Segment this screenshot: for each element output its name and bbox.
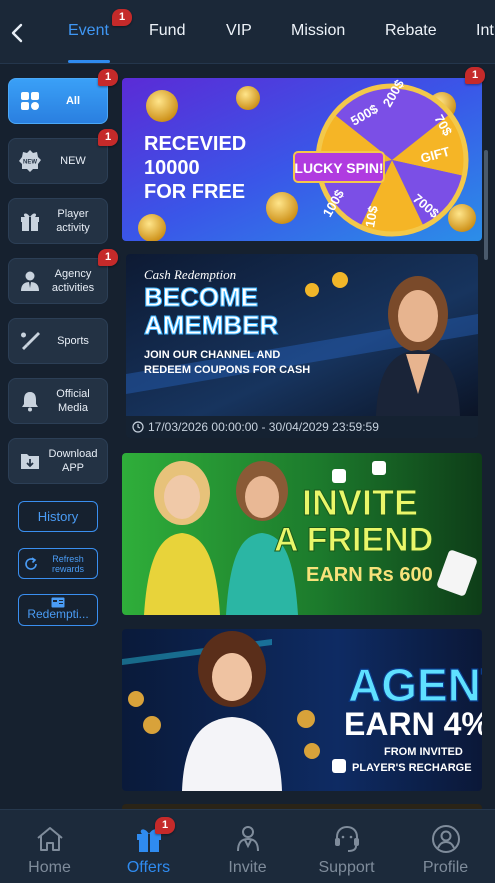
nav-profile[interactable]: Profile	[396, 810, 495, 883]
nav-support-label: Support	[318, 859, 375, 876]
promotions-list: 500$ 200$ 70$ GIFT 700$ 10$ 100$ LUCKY S…	[116, 64, 488, 809]
sidebar-item-label: Player activity	[56, 208, 90, 234]
tab-rebate[interactable]: Rebate	[385, 22, 437, 40]
headset-icon	[334, 825, 359, 852]
nav-invite[interactable]: Invite	[198, 810, 297, 883]
bottom-navigation: Home Offers 1 Invite Support Profile	[0, 809, 495, 883]
agent-sub-2: PLAYER'S RECHARGE	[352, 762, 472, 774]
invite-headline-1: INVITE	[302, 482, 418, 523]
invite-earn: EARN Rs 600	[306, 564, 433, 586]
sidebar-agency-badge: 1	[98, 249, 118, 266]
event-date-text: 17/03/2026 00:00:00 - 30/04/2029 23:59:5…	[148, 420, 379, 434]
sidebar-item-label: NEW	[60, 155, 86, 167]
sports-bat-icon	[17, 328, 43, 354]
agent-sub-1: FROM INVITED	[384, 746, 463, 758]
nav-home-label: Home	[28, 859, 71, 876]
banner-badge: 1	[465, 67, 485, 84]
member-headline-2: AMEMBER	[144, 310, 279, 340]
category-sidebar: All 1 NEW NEW 1 Player activity Agency a…	[0, 64, 118, 809]
member-sub-1: JOIN OUR CHANNEL AND	[144, 349, 280, 361]
sidebar-item-agency-activities[interactable]: Agency activities	[8, 258, 108, 304]
sidebar-new-badge: 1	[98, 129, 118, 146]
bell-icon	[17, 388, 43, 414]
sidebar-item-player-activity[interactable]: Player activity	[8, 198, 108, 244]
member-script-title: Cash Redemption	[144, 267, 236, 282]
sidebar-item-label: Download APP	[48, 448, 98, 474]
spin-headline-2: 10000	[144, 157, 200, 179]
agent-person-icon	[17, 268, 43, 294]
redemption-button[interactable]: Redempti...	[18, 594, 98, 626]
spin-headline-3: FOR FREE	[144, 181, 245, 203]
refresh-rewards-label: Refresh rewards	[51, 553, 84, 574]
clock-icon	[132, 421, 144, 433]
event-date-range: 17/03/2026 00:00:00 - 30/04/2029 23:59:5…	[126, 416, 478, 438]
become-member-banner[interactable]: Cash Redemption BECOME AMEMBER JOIN OUR …	[126, 254, 478, 438]
nav-support[interactable]: Support	[297, 810, 396, 883]
invite-icon	[236, 826, 259, 852]
sidebar-item-label: All	[65, 95, 81, 107]
sidebar-item-label: Agency activities	[51, 268, 95, 294]
invite-headline-2: A FRIEND	[274, 521, 433, 559]
refresh-icon	[25, 556, 37, 570]
sidebar-item-official-media[interactable]: Official Media	[8, 378, 108, 424]
tab-vip[interactable]: VIP	[226, 22, 252, 40]
sidebar-all-badge: 1	[98, 69, 118, 86]
member-headline-1: BECOME	[144, 282, 258, 312]
svg-text:NEW: NEW	[23, 160, 37, 166]
tab-mission[interactable]: Mission	[291, 22, 345, 40]
nav-invite-label: Invite	[228, 859, 267, 876]
tab-fund[interactable]: Fund	[149, 22, 185, 40]
lucky-spin-artwork: 500$ 200$ 70$ GIFT 700$ 10$ 100$ LUCKY S…	[122, 78, 482, 241]
spin-headline-1: RECEVIED	[144, 133, 246, 155]
member-sub-2: REDEEM COUPONS FOR CASH	[144, 364, 310, 376]
back-arrow-icon[interactable]	[8, 22, 28, 44]
content-scrollbar[interactable]	[484, 150, 488, 260]
top-tab-bar: Event 1 Fund VIP Mission Rebate Int	[0, 0, 495, 64]
nav-offers-label: Offers	[126, 859, 171, 876]
sidebar-item-sports[interactable]: Sports	[8, 318, 108, 364]
download-icon	[17, 448, 43, 474]
home-icon	[36, 827, 63, 851]
new-tag-icon: NEW	[17, 148, 43, 174]
sidebar-item-label: Official Media	[56, 388, 90, 414]
lucky-spin-banner[interactable]: 500$ 200$ 70$ GIFT 700$ 10$ 100$ LUCKY S…	[122, 78, 482, 241]
nav-home[interactable]: Home	[0, 810, 99, 883]
sidebar-item-new[interactable]: NEW NEW	[8, 138, 108, 184]
gift-box-icon	[17, 208, 43, 234]
become-member-artwork: Cash Redemption BECOME AMEMBER JOIN OUR …	[126, 254, 478, 416]
sidebar-item-download-app[interactable]: Download APP	[8, 438, 108, 484]
grid-icon	[17, 88, 43, 114]
refresh-rewards-button[interactable]: Refresh rewards	[18, 548, 98, 579]
tab-event-badge: 1	[112, 9, 132, 26]
nav-profile-label: Profile	[422, 859, 469, 876]
tab-int[interactable]: Int	[476, 22, 494, 40]
sidebar-item-all[interactable]: All	[8, 78, 108, 124]
agent-artwork: AGENT EARN 4% FROM INVITED PLAYER'S RECH…	[122, 629, 482, 791]
profile-icon	[431, 825, 460, 853]
agent-banner[interactable]: AGENT EARN 4% FROM INVITED PLAYER'S RECH…	[122, 629, 482, 791]
active-tab-indicator	[68, 60, 110, 63]
agent-headline-1: AGENT	[348, 659, 482, 711]
redemption-label: Redempti...	[27, 607, 89, 621]
history-button[interactable]: History	[18, 501, 98, 532]
invite-friend-artwork: INVITE A FRIEND EARN Rs 600	[122, 453, 482, 615]
lucky-spin-label: LUCKY SPIN!	[294, 160, 383, 176]
invite-friend-banner[interactable]: INVITE A FRIEND EARN Rs 600	[122, 453, 482, 615]
nav-offers-badge: 1	[155, 817, 175, 834]
agent-headline-2: EARN 4%	[344, 706, 482, 742]
nav-offers[interactable]: Offers 1	[99, 810, 198, 883]
tab-event[interactable]: Event	[68, 22, 109, 40]
sidebar-item-label: Sports	[57, 335, 89, 347]
